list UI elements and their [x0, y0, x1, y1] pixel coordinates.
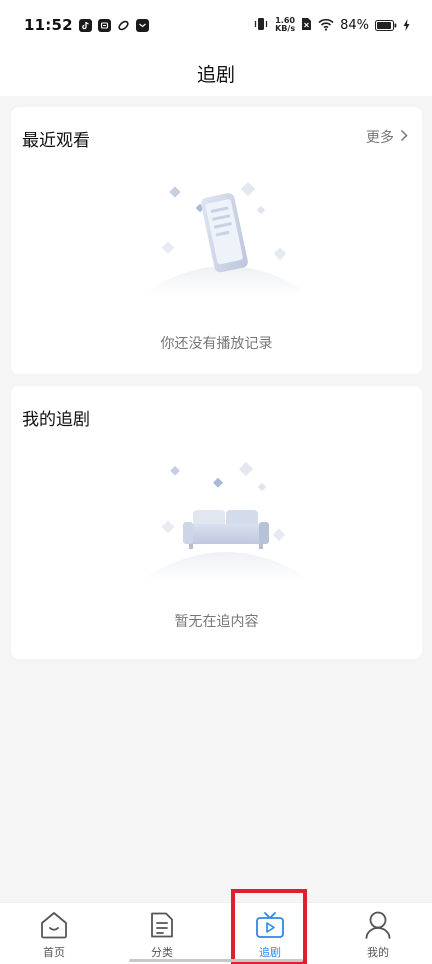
- chevron-right-icon: [400, 129, 408, 146]
- bottom-nav: 首页 分类 追剧 我的: [0, 902, 432, 964]
- sync-notification-icon: [117, 19, 130, 32]
- page-title: 追剧: [196, 63, 235, 86]
- nav-label-profile: 我的: [367, 946, 389, 959]
- my-following-card: 我的追剧 暂无在追内容: [11, 386, 422, 659]
- nav-item-follow[interactable]: 追剧: [216, 903, 324, 964]
- home-indicator[interactable]: [129, 959, 303, 962]
- more-label: 更多: [366, 130, 394, 146]
- charging-icon: [403, 16, 410, 35]
- network-speed-unit: KB/s: [275, 24, 296, 33]
- nav-item-home[interactable]: 首页: [0, 903, 108, 964]
- tv-icon: [254, 910, 286, 940]
- recently-watched-card: 最近观看 更多 你还没有播放记录: [11, 107, 422, 374]
- app-notification-icon: [97, 18, 111, 32]
- status-bar: 11:52 1.60 KB/s 84%: [0, 0, 432, 50]
- my-following-title: 我的追剧: [22, 410, 90, 430]
- status-left: 11:52: [24, 16, 149, 34]
- more-button[interactable]: 更多: [366, 127, 408, 147]
- battery-percent: 84%: [340, 17, 369, 33]
- message-notification-icon: [135, 18, 149, 32]
- status-right: 1.60 KB/s 84%: [253, 16, 410, 35]
- app-header: 追剧: [0, 50, 432, 96]
- nav-item-category[interactable]: 分类: [108, 903, 216, 964]
- network-speed: 1.60 KB/s: [275, 17, 295, 33]
- battery-icon: [375, 16, 397, 35]
- nav-label-home: 首页: [43, 946, 65, 959]
- vibrate-icon: [253, 16, 269, 35]
- nav-label-follow: 追剧: [259, 946, 281, 959]
- profile-icon: [362, 910, 394, 940]
- tiktok-notification-icon: [78, 18, 92, 32]
- status-time: 11:52: [24, 16, 73, 34]
- empty-following-text: 暂无在追内容: [174, 614, 259, 630]
- home-icon: [38, 910, 70, 940]
- empty-following-illustration: [131, 452, 321, 582]
- nav-item-profile[interactable]: 我的: [324, 903, 432, 964]
- empty-history-text: 你还没有播放记录: [160, 336, 273, 352]
- wifi-icon: [318, 16, 334, 35]
- empty-history-illustration: [131, 167, 321, 297]
- no-sim-icon: [301, 16, 312, 35]
- recently-watched-title: 最近观看: [22, 131, 90, 151]
- nav-label-category: 分类: [151, 946, 173, 959]
- category-icon: [146, 910, 178, 940]
